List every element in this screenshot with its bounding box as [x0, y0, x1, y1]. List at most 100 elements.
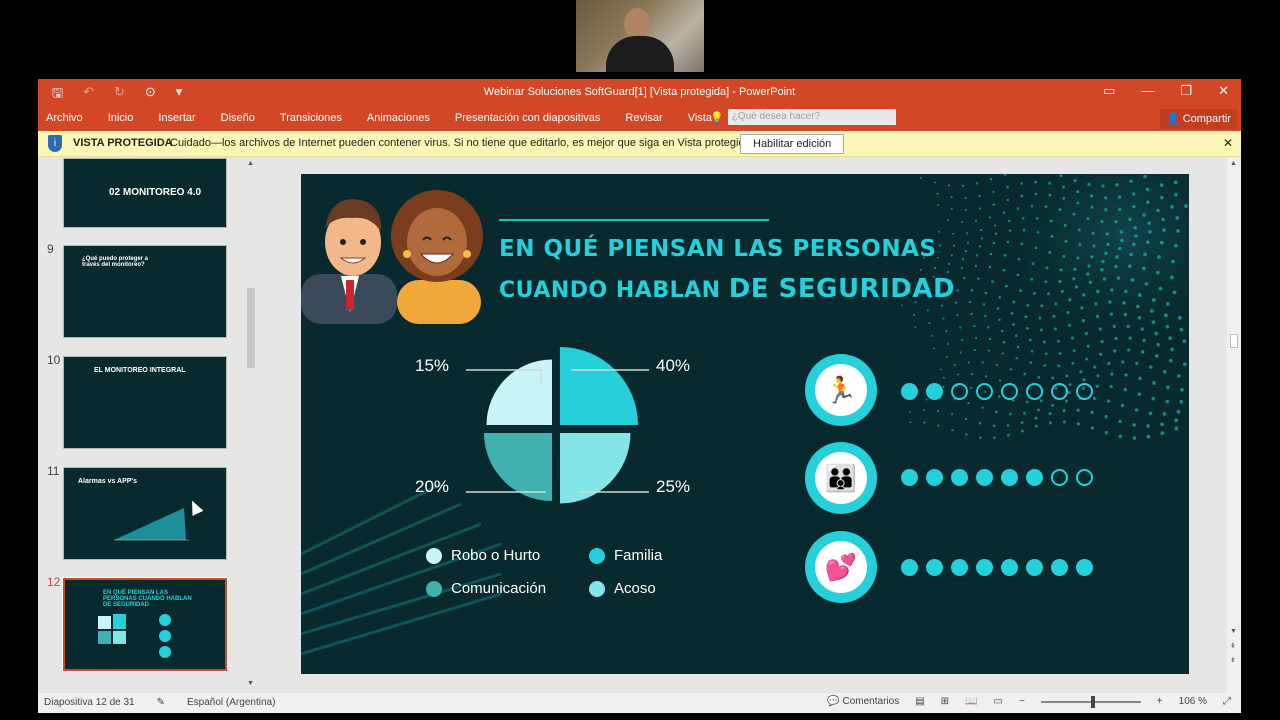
tab-vista[interactable]: Vista [688, 112, 712, 124]
scroll-up-icon[interactable]: ▲ [1230, 160, 1237, 167]
zoom-slider-knob[interactable] [1090, 695, 1095, 708]
rating-dot-filled [1051, 559, 1068, 576]
previous-slide-icon[interactable]: ⇞ [1230, 642, 1236, 650]
rating-dot-filled [1026, 469, 1043, 486]
tab-transiciones[interactable]: Transiciones [280, 112, 342, 124]
fit-to-window-icon[interactable]: ⤢ [1223, 696, 1231, 707]
zoom-out-icon[interactable]: − [1019, 696, 1025, 707]
rating-dots-family [901, 469, 1093, 486]
spellcheck-icon[interactable]: ✎ [157, 697, 165, 708]
protected-view-bar: i VISTA PROTEGIDA Cuidado—los archivos d… [38, 131, 1241, 157]
rating-badge-heart: 💕 [805, 531, 877, 603]
legend-dot [589, 580, 605, 597]
rating-dot-empty [1076, 469, 1093, 486]
window-title: Webinar Soluciones SoftGuard[1] [Vista p… [483, 86, 796, 98]
pie-label-comunicacion: 20% [415, 477, 450, 496]
thief-icon: 🏃 [815, 364, 867, 416]
tab-archivo[interactable]: Archivo [46, 112, 83, 124]
slideshow-icon[interactable]: ▭ [994, 696, 1003, 707]
pie-label-familia: 40% [656, 356, 691, 375]
rating-dot-filled [951, 469, 968, 486]
normal-view-icon[interactable]: ▤ [915, 696, 924, 707]
rating-dot-empty [1026, 383, 1043, 400]
thumbnail-title: ¿Qué puedo proteger a través del monitor… [82, 256, 149, 268]
scroll-down-icon[interactable]: ▼ [247, 680, 254, 687]
tell-me-search[interactable]: 💡 ¿Qué desea hacer? [710, 109, 896, 125]
thumbnail-scrollbar[interactable]: ▲ ▼ [244, 158, 258, 693]
enable-editing-button[interactable]: Habilitar edición [740, 134, 845, 154]
tab-revisar[interactable]: Revisar [625, 112, 662, 124]
zoom-in-icon[interactable]: + [1157, 696, 1163, 707]
slide-scrollbar[interactable]: ▲ ▼ ⇞ ⇟ [1227, 158, 1241, 693]
family-icon: 👪 [815, 452, 867, 504]
status-bar: Diapositiva 12 de 31 ✎ Español (Argentin… [38, 693, 1241, 713]
webcam-video [576, 0, 704, 72]
share-button[interactable]: 👤 Compartir [1159, 109, 1237, 129]
slide-sorter-icon[interactable]: ⊞ [941, 696, 949, 707]
tab-animaciones[interactable]: Animaciones [367, 112, 430, 124]
legend-label: Robo o Hurto [451, 547, 541, 564]
rating-dot-filled [926, 469, 943, 486]
thumbnail-preview [98, 614, 171, 658]
zoom-level[interactable]: 106 % [1179, 696, 1207, 707]
thumbnail-slide-9[interactable]: ¿Qué puedo proteger a través del monitor… [63, 245, 227, 338]
next-slide-icon[interactable]: ⇟ [1230, 656, 1236, 664]
close-icon[interactable]: ✕ [1223, 136, 1233, 150]
ribbon-tabs: Archivo Inicio Insertar Diseño Transicio… [38, 107, 1241, 131]
zoom-slider[interactable] [1040, 695, 1141, 708]
slide-thumbnail-pane: 02 MONITOREO 4.0 9 ¿Qué puedo proteger a… [38, 158, 260, 693]
rating-dot-filled [976, 469, 993, 486]
thumbnail-number: 11 [47, 464, 60, 478]
thumbnail-slide-11[interactable]: Alarmas vs APP's [63, 467, 227, 560]
slide-counter: Diapositiva 12 de 31 [44, 697, 135, 708]
comments-label: Comentarios [842, 696, 900, 707]
rating-dot-empty [1051, 383, 1068, 400]
scrollbar-thumb[interactable] [1230, 334, 1238, 348]
close-icon[interactable]: ✕ [1218, 83, 1229, 99]
rating-dot-empty [1051, 469, 1068, 486]
scrollbar-thumb[interactable] [247, 288, 255, 368]
rating-badge-thief: 🏃 [805, 354, 877, 426]
legend-item-robo: Robo o Hurto [426, 547, 540, 564]
legend-item-familia: Familia [589, 547, 662, 564]
heart-family-icon: 💕 [815, 541, 867, 593]
rating-dot-filled [926, 559, 943, 576]
rating-dots-heart [901, 559, 1093, 576]
lightbulb-icon: 💡 [710, 111, 724, 124]
tab-presentacion[interactable]: Presentación con diapositivas [455, 112, 601, 124]
presenter-body [606, 36, 674, 72]
ribbon-display-icon[interactable]: ▭ [1103, 83, 1115, 99]
thumbnail-title: 02 MONITOREO 4.0 [109, 187, 202, 198]
tab-insertar[interactable]: Insertar [158, 112, 195, 124]
pie-slice-2 [484, 433, 552, 501]
pie-chart [466, 347, 649, 504]
rating-dot-filled [1001, 469, 1018, 486]
minimize-icon[interactable]: — [1141, 83, 1154, 99]
rating-dot-filled [926, 383, 943, 400]
thumbnail-slide-10[interactable]: EL MONITOREO INTEGRAL [63, 356, 227, 449]
tab-inicio[interactable]: Inicio [108, 112, 134, 124]
search-input[interactable]: ¿Qué desea hacer? [727, 109, 896, 125]
current-slide: EN QUÉ PIENSAN LAS PERSONAS CUANDO HABLA… [301, 174, 1189, 674]
tab-diseno[interactable]: Diseño [221, 112, 255, 124]
comment-icon: 💬 [827, 696, 843, 707]
rating-dot-filled [951, 559, 968, 576]
legend-item-acoso: Acoso [589, 580, 656, 597]
rating-dot-empty [1001, 383, 1018, 400]
rating-dot-filled [1076, 559, 1093, 576]
reading-view-icon[interactable]: 📖 [965, 696, 977, 707]
rating-dot-filled [1001, 559, 1018, 576]
scroll-down-icon[interactable]: ▼ [1230, 628, 1237, 635]
comments-button[interactable]: 💬 Comentarios [827, 696, 899, 707]
share-label: Compartir [1182, 113, 1231, 125]
restore-icon[interactable]: ❐ [1180, 83, 1192, 99]
scroll-up-icon[interactable]: ▲ [247, 160, 254, 167]
title-bar: 🖫 ↶ ↻ ⊙ ▾ Webinar Soluciones SoftGuard[1… [38, 79, 1241, 107]
rating-dot-filled [901, 559, 918, 576]
pie-label-robo: 15% [415, 356, 450, 375]
language-indicator[interactable]: Español (Argentina) [187, 697, 275, 708]
thumbnail-slide-8[interactable]: 02 MONITOREO 4.0 [63, 158, 227, 228]
thumbnail-slide-12-selected[interactable]: EN QUÉ PIENSAN LAS PERSONAS CUANDO HABLA… [62, 577, 228, 672]
rating-badge-family: 👪 [805, 442, 877, 514]
thumbnail-number: 10 [47, 353, 61, 367]
